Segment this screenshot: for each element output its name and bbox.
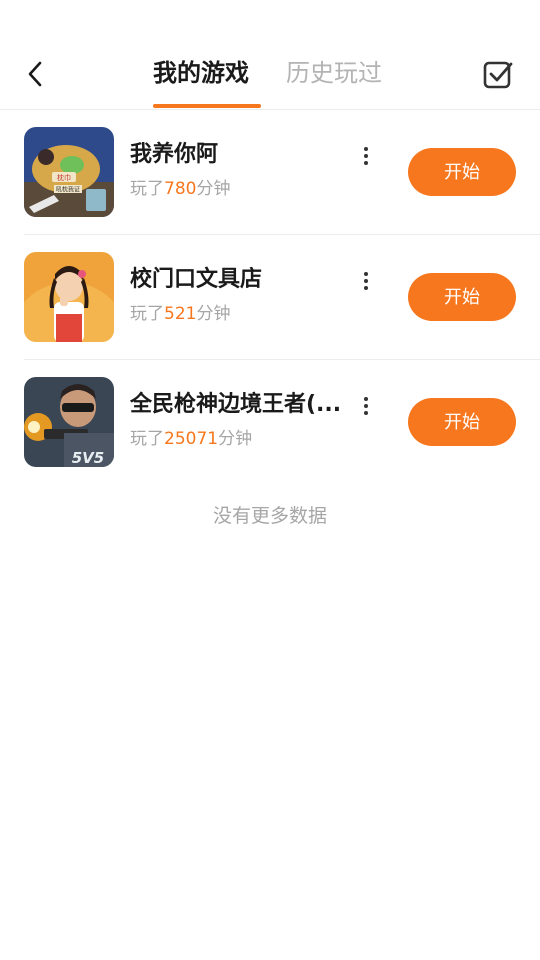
play-time: 玩了25071分钟 xyxy=(130,429,253,449)
more-options-button[interactable] xyxy=(356,271,376,291)
active-tab-indicator xyxy=(153,104,261,108)
game-row-3[interactable]: 5V5 全民枪神边境王者(... 玩了25071分钟 开始 xyxy=(24,360,540,485)
start-button[interactable]: 开始 xyxy=(408,148,516,196)
no-more-data-text: 没有更多数据 xyxy=(212,505,327,527)
more-options-button[interactable] xyxy=(356,396,376,416)
play-minutes: 521 xyxy=(164,304,197,324)
game-title: 我养你阿 xyxy=(130,142,219,167)
game-row-2[interactable]: 校门口文具店 玩了521分钟 开始 xyxy=(24,235,540,360)
game-thumbnail[interactable]: 枕巾 吼枕我证 xyxy=(24,127,114,217)
top-bar: 我的游戏 历史玩过 xyxy=(0,0,540,110)
manage-button[interactable] xyxy=(480,56,516,92)
svg-text:吼枕我证: 吼枕我证 xyxy=(56,186,80,194)
play-minutes: 25071 xyxy=(164,429,219,449)
game-thumbnail[interactable] xyxy=(24,252,114,342)
play-minutes: 780 xyxy=(164,179,197,199)
game-thumbnail[interactable]: 5V5 xyxy=(24,377,114,467)
start-button[interactable]: 开始 xyxy=(408,273,516,321)
play-time: 玩了780分钟 xyxy=(130,179,231,199)
svg-text:5V5: 5V5 xyxy=(72,449,104,467)
game-cover-image: 5V5 xyxy=(24,377,114,467)
more-options-button[interactable] xyxy=(356,146,376,166)
game-cover-image xyxy=(24,252,114,342)
back-button[interactable] xyxy=(18,54,52,94)
svg-text:枕巾: 枕巾 xyxy=(57,173,71,182)
game-title: 校门口文具店 xyxy=(130,267,263,292)
game-cover-image: 枕巾 吼枕我证 xyxy=(24,127,114,217)
start-button[interactable]: 开始 xyxy=(408,398,516,446)
chevron-left-icon xyxy=(28,61,42,87)
game-row-1[interactable]: 枕巾 吼枕我证 我养你阿 玩了780分钟 开始 xyxy=(24,110,540,235)
game-title: 全民枪神边境王者(... xyxy=(130,392,342,417)
tab-my-games[interactable]: 我的游戏 xyxy=(153,56,249,90)
checkbox-checked-icon xyxy=(483,61,513,89)
tab-history-played[interactable]: 历史玩过 xyxy=(286,56,382,90)
play-time: 玩了521分钟 xyxy=(130,304,231,324)
